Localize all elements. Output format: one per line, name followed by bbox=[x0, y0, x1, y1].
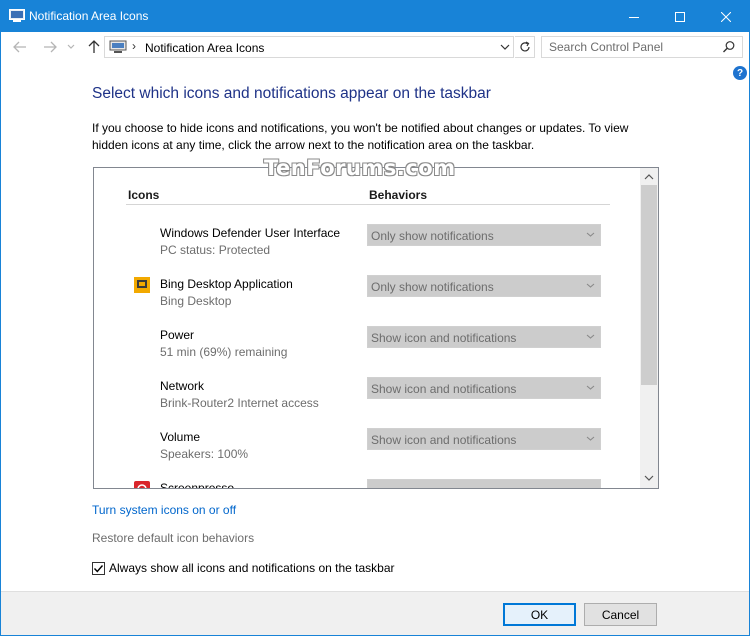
vertical-scrollbar[interactable] bbox=[640, 168, 658, 488]
search-box[interactable] bbox=[541, 36, 743, 58]
item-status: Brink-Router2 Internet access bbox=[160, 396, 319, 410]
up-button[interactable] bbox=[85, 38, 103, 56]
dialog-footer: OK Cancel bbox=[1, 591, 749, 635]
behavior-dropdown[interactable]: Show icon and notifications bbox=[367, 377, 601, 399]
forward-button[interactable] bbox=[41, 38, 59, 56]
list-item: Screenpresso bbox=[94, 479, 640, 489]
column-header-icons: Icons bbox=[128, 188, 160, 202]
header-divider bbox=[126, 204, 610, 205]
item-status: Bing Desktop bbox=[160, 294, 232, 308]
refresh-button[interactable] bbox=[515, 36, 535, 58]
always-show-option[interactable]: Always show all icons and notifications … bbox=[92, 560, 395, 576]
restore-defaults-link[interactable]: Restore default icon behaviors bbox=[92, 531, 254, 545]
recent-locations-button[interactable] bbox=[65, 38, 77, 56]
help-button[interactable]: ? bbox=[733, 66, 747, 80]
minimize-icon bbox=[629, 16, 639, 18]
behavior-value: Only show notifications bbox=[371, 229, 494, 243]
maximize-icon bbox=[675, 11, 685, 22]
close-button[interactable] bbox=[703, 1, 749, 32]
control-panel-icon bbox=[9, 9, 25, 22]
item-name: Windows Defender User Interface bbox=[160, 226, 341, 240]
search-input[interactable] bbox=[543, 38, 713, 56]
page-title: Select which icons and notifications app… bbox=[92, 85, 491, 102]
window-title: Notification Area Icons bbox=[29, 9, 149, 23]
behavior-dropdown[interactable]: Only show notifications bbox=[367, 275, 601, 297]
title-bar[interactable]: Notification Area Icons bbox=[1, 1, 749, 32]
breadcrumb-separator: › bbox=[132, 39, 136, 53]
chevron-down-icon bbox=[586, 334, 595, 339]
computer-icon bbox=[109, 40, 127, 53]
item-status: Speakers: 100% bbox=[160, 447, 249, 461]
scroll-up-arrow-icon[interactable] bbox=[644, 173, 654, 181]
behavior-value: Show icon and notifications bbox=[371, 331, 517, 345]
chevron-down-icon bbox=[586, 283, 595, 288]
icons-list-panel[interactable]: Icons Behaviors Windows Defender User In… bbox=[93, 167, 659, 489]
turn-system-icons-link[interactable]: Turn system icons on or off bbox=[92, 503, 236, 517]
chevron-down-icon bbox=[586, 232, 595, 237]
list-item: Volume Speakers: 100% Show icon and noti… bbox=[94, 428, 640, 476]
back-button[interactable] bbox=[11, 38, 29, 56]
item-status: PC status: Protected bbox=[160, 243, 271, 257]
chevron-down-icon bbox=[586, 436, 595, 441]
item-name: Volume bbox=[160, 430, 201, 444]
watermark: TenForums.com bbox=[264, 156, 456, 180]
list-item: Bing Desktop Application Bing Desktop On… bbox=[94, 275, 640, 323]
checkmark-icon bbox=[93, 564, 104, 573]
chevron-down-icon bbox=[586, 385, 595, 390]
item-name: Power bbox=[160, 328, 195, 342]
page-description: If you choose to hide icons and notifica… bbox=[92, 121, 629, 152]
search-icon[interactable] bbox=[722, 40, 736, 54]
behavior-dropdown[interactable]: Only show notifications bbox=[367, 224, 601, 246]
ok-button[interactable]: OK bbox=[503, 603, 576, 626]
always-show-label[interactable]: Always show all icons and notifications … bbox=[109, 561, 395, 575]
chevron-down-icon bbox=[67, 44, 75, 49]
arrow-right-icon bbox=[44, 41, 57, 53]
item-name: Network bbox=[160, 379, 205, 393]
behavior-value: Show icon and notifications bbox=[371, 382, 517, 396]
item-name: Screenpresso bbox=[160, 481, 235, 489]
notification-area-icons-window: Notification Area Icons › Notification A… bbox=[0, 0, 750, 636]
minimize-button[interactable] bbox=[611, 1, 657, 32]
behavior-value: Only show notifications bbox=[371, 280, 494, 294]
behavior-dropdown[interactable]: Show icon and notifications bbox=[367, 428, 601, 450]
close-icon bbox=[721, 11, 731, 22]
column-header-behaviors: Behaviors bbox=[369, 188, 428, 202]
item-status: 51 min (69%) remaining bbox=[160, 345, 288, 359]
breadcrumb[interactable]: Notification Area Icons bbox=[145, 41, 264, 55]
list-item: Power 51 min (69%) remaining Show icon a… bbox=[94, 326, 640, 374]
bing-desktop-icon bbox=[134, 277, 150, 293]
behavior-dropdown[interactable]: Show icon and notifications bbox=[367, 326, 601, 348]
list-item: Network Brink-Router2 Internet access Sh… bbox=[94, 377, 640, 425]
arrow-up-icon bbox=[88, 40, 100, 53]
behavior-dropdown[interactable] bbox=[367, 479, 601, 488]
refresh-icon bbox=[519, 41, 530, 52]
behavior-value: Show icon and notifications bbox=[371, 433, 517, 447]
chevron-down-icon[interactable] bbox=[499, 40, 511, 54]
navigation-bar: › Notification Area Icons bbox=[1, 32, 749, 62]
scroll-down-arrow-icon[interactable] bbox=[644, 474, 654, 482]
screenpresso-icon bbox=[134, 481, 150, 488]
maximize-button[interactable] bbox=[657, 1, 703, 32]
cancel-button[interactable]: Cancel bbox=[584, 603, 657, 626]
arrow-left-icon bbox=[13, 41, 26, 53]
item-name: Bing Desktop Application bbox=[160, 277, 293, 291]
always-show-checkbox[interactable] bbox=[92, 561, 105, 575]
address-bar[interactable]: › Notification Area Icons bbox=[104, 36, 514, 58]
scrollbar-thumb[interactable] bbox=[641, 185, 657, 385]
list-item: Windows Defender User Interface PC statu… bbox=[94, 224, 640, 272]
